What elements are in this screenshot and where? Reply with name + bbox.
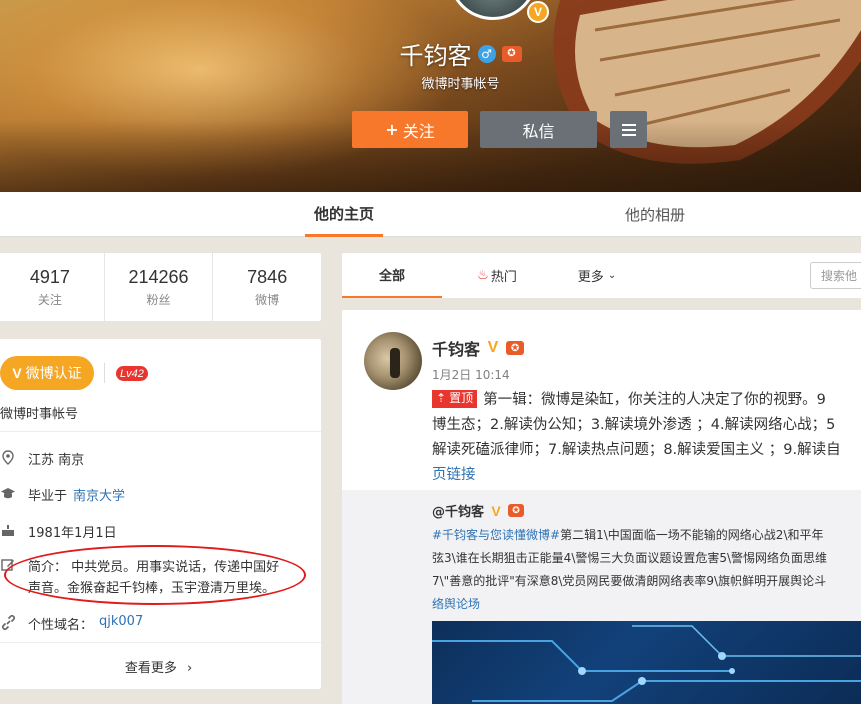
stat-following[interactable]: 4917 关注 xyxy=(0,253,105,321)
graduation-cap-icon xyxy=(0,485,16,501)
pinned-badge: ⇡ 置顶 xyxy=(432,389,478,408)
stats-card: 4917 关注 214266 粉丝 7846 微博 xyxy=(0,253,321,321)
birthday-text: 1981年1月1日 xyxy=(28,526,117,541)
chevron-down-icon: ⌄ xyxy=(607,270,617,281)
circuit-image xyxy=(432,625,861,702)
location-pin-icon xyxy=(0,449,16,465)
repost-image[interactable] xyxy=(432,621,861,704)
education-row: 毕业于 南京大学 xyxy=(0,485,125,504)
birthday-row: 1981年1月1日 xyxy=(0,522,117,541)
domain-row: 个性域名： qjk007 xyxy=(0,614,143,633)
feed-tabs: 全部 ♨ 热门 更多 ⌄ 搜索他 xyxy=(342,253,861,298)
divider xyxy=(0,431,321,432)
domain-label: 个性域名： xyxy=(28,618,94,633)
profile-cover xyxy=(0,0,861,192)
location-text: 江苏 南京 xyxy=(28,453,85,468)
stat-label: 微博 xyxy=(255,292,280,307)
post-card: 千钧客 V ✪ 1月2日 10:14 ⇡ 置顶 第一辑：微博是染缸，你关注的人决定了… xyxy=(342,310,861,704)
verify-badge[interactable]: V 微博认证 xyxy=(0,356,94,390)
domain-link[interactable]: qjk007 xyxy=(99,614,143,629)
stat-number: 214266 xyxy=(128,266,189,287)
stat-number: 4917 xyxy=(29,266,70,287)
pin-icon: ⇡ xyxy=(436,391,447,405)
male-icon: ♂ xyxy=(477,44,496,63)
member-icon[interactable]: ✪ xyxy=(506,341,525,355)
divider xyxy=(0,642,321,643)
message-label: 私信 xyxy=(522,121,555,141)
annotation-circle xyxy=(4,545,306,605)
tab-home[interactable]: 他的主页 xyxy=(305,192,383,237)
plus-icon: + xyxy=(385,120,399,139)
stat-posts[interactable]: 7846 微博 xyxy=(213,253,321,321)
follow-label: 关注 xyxy=(402,121,435,141)
message-button[interactable]: 私信 xyxy=(480,111,597,148)
see-more-label: 查看更多 xyxy=(124,661,177,676)
location-row: 江苏 南京 xyxy=(0,449,84,468)
cake-icon xyxy=(0,522,16,538)
post-line-text: 第一辑：微博是染缸，你关注的人决定了你的视野。9 xyxy=(483,392,826,408)
repost-block: @千钧客 V ✪ #千钧客与您读懂微博#第二辑1\中国面临一场不能输的网络心战2… xyxy=(342,490,861,704)
hashtag-link[interactable]: #千钧客与您读懂微博# xyxy=(432,528,560,542)
pin-label: 置顶 xyxy=(449,391,474,405)
profile-tabbar: 他的主页 他的相册 xyxy=(0,192,861,237)
repost-line: 7\"善意的批评"有深意8\党员网民要做清朗网络表率9\旗帜鲜明开展舆论斗 xyxy=(432,574,827,588)
profile-name: 千钧客 xyxy=(399,42,472,70)
stat-number: 7846 xyxy=(247,266,288,287)
school-link[interactable]: 南京大学 xyxy=(73,485,125,504)
stat-label: 粉丝 xyxy=(146,292,171,307)
repost-text: #千钧客与您读懂微博#第二辑1\中国面临一场不能输的网络心战2\和平年 弦3\谁… xyxy=(432,524,861,616)
flame-icon: ♨ xyxy=(477,268,489,283)
profile-info-card: V 微博认证 Lv42 微博时事帐号 江苏 南京 毕业于 南京大学 1981年1… xyxy=(0,339,321,689)
post-line: 博生态；2.解读伪公知；3.解读境外渗透 ；4.解读网络心战；5 xyxy=(432,417,836,433)
divider xyxy=(104,363,105,383)
member-icon[interactable]: ✪ xyxy=(501,45,522,62)
post-line: ⇡ 置顶 第一辑：微博是染缸，你关注的人决定了你的视野。9 xyxy=(432,388,861,413)
verified-badge-icon: V xyxy=(527,1,549,23)
member-icon[interactable]: ✪ xyxy=(508,504,525,517)
repost-line: #千钧客与您读懂微博#第二辑1\中国面临一场不能输的网络心战2\和平年 xyxy=(432,524,861,547)
post-avatar[interactable] xyxy=(364,332,422,390)
tab-album[interactable]: 他的相册 xyxy=(610,192,700,237)
verify-label: 微博认证 xyxy=(25,366,82,382)
search-input[interactable]: 搜索他 xyxy=(810,262,861,289)
profile-name-row: 千钧客 ♂ ✪ xyxy=(0,36,861,71)
verified-v-icon: V xyxy=(487,339,499,356)
stat-followers[interactable]: 214266 粉丝 xyxy=(105,253,214,321)
profile-subtitle: 微博时事帐号 xyxy=(421,77,500,92)
post-line: 解读死磕派律师；7.解读热点问题；8.解读爱国主义 ；9.解读自 xyxy=(432,442,841,458)
link-icon xyxy=(0,614,16,630)
feed-tab-all[interactable]: 全部 xyxy=(342,253,442,298)
feed-tab-hot[interactable]: ♨ 热门 xyxy=(467,253,527,298)
follow-button[interactable]: + 关注 xyxy=(352,111,468,148)
post-author-name[interactable]: 千钧客 xyxy=(432,336,480,360)
hashtag-link[interactable]: 络舆论场 xyxy=(432,593,861,616)
feed-tab-more-label: 更多 xyxy=(577,270,604,285)
post-date[interactable]: 1月2日 10:14 xyxy=(432,366,510,383)
feed-tab-hot-label: 热门 xyxy=(490,270,517,285)
post-author: 千钧客 V ✪ xyxy=(432,336,525,360)
post-text: ⇡ 置顶 第一辑：微博是染缸，你关注的人决定了你的视野。9 博生态；2.解读伪公知；… xyxy=(432,388,861,488)
level-badge[interactable]: Lv42 xyxy=(116,366,148,381)
post-link[interactable]: 页链接 xyxy=(432,463,861,488)
stat-label: 关注 xyxy=(37,292,62,307)
menu-icon[interactable] xyxy=(610,111,647,148)
repost-author-name[interactable]: @千钧客 xyxy=(432,501,484,520)
verified-v-icon: V xyxy=(491,502,501,519)
chevron-right-icon: › xyxy=(186,661,193,676)
repost-author: @千钧客 V ✪ xyxy=(432,501,525,520)
verify-v-icon: V xyxy=(12,365,22,381)
feed-tab-more[interactable]: 更多 ⌄ xyxy=(567,253,627,298)
account-type: 微博时事帐号 xyxy=(0,407,79,422)
education-prefix: 毕业于 xyxy=(28,489,68,504)
repost-line-text: 第二辑1\中国面临一场不能输的网络心战2\和平年 xyxy=(560,528,824,542)
repost-line: 弦3\谁在长期狙击正能量4\警惕三大负面议题设置危害5\警惕网络负面思维 xyxy=(432,551,828,565)
see-more-link[interactable]: 查看更多 › xyxy=(0,657,321,676)
